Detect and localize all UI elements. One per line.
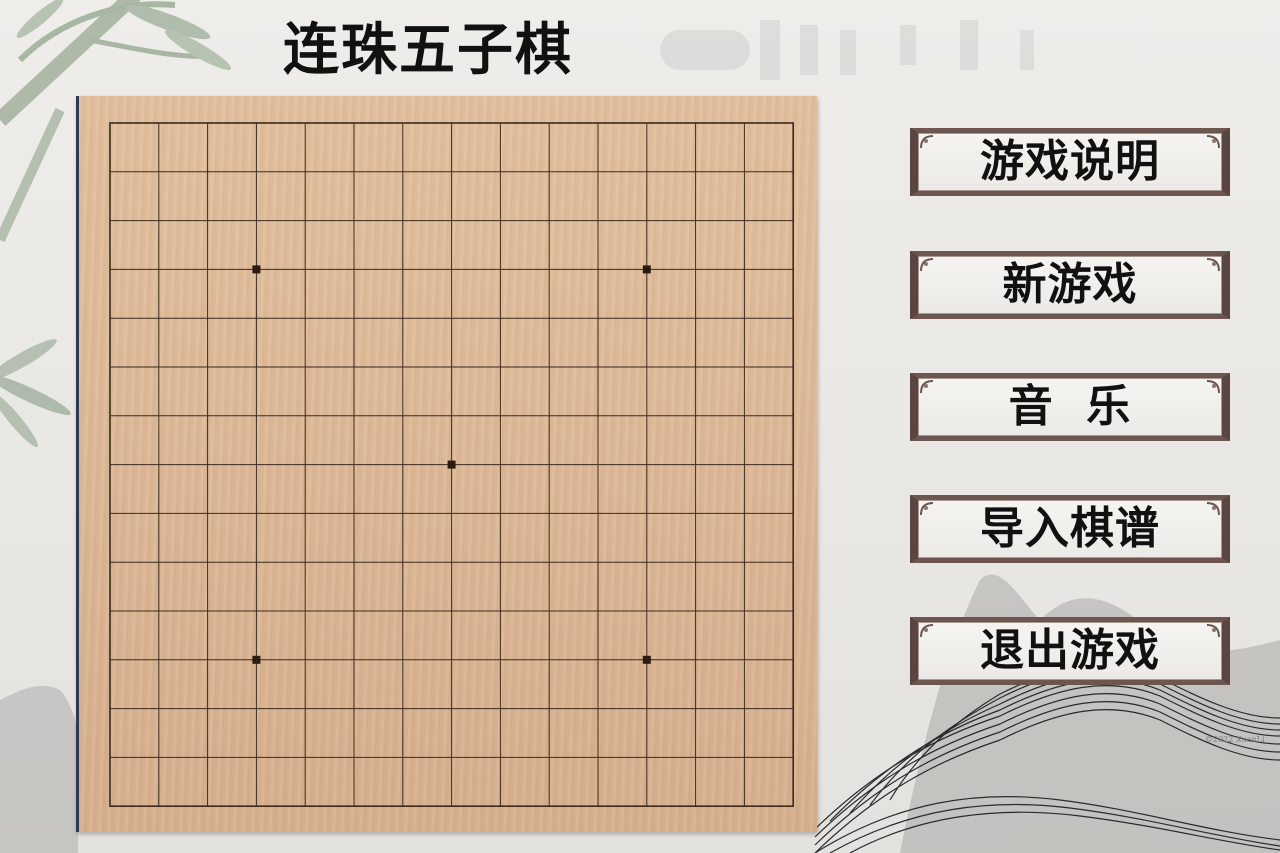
game-title: 连珠五子棋 [283, 17, 573, 83]
star-point [642, 265, 651, 274]
corner-ornament-icon [920, 624, 934, 638]
exit-game-button[interactable]: 退出游戏 [910, 617, 1230, 685]
star-point [642, 655, 651, 664]
new-game-label: 新游戏 [1002, 259, 1138, 310]
corner-ornament-icon [1206, 624, 1220, 638]
corner-ornament-icon [920, 258, 934, 272]
star-point [447, 460, 456, 469]
corner-ornament-icon [920, 380, 934, 394]
music-label: 音 乐 [1008, 381, 1132, 432]
exit-game-label: 退出游戏 [980, 625, 1160, 676]
gomoku-board[interactable] [76, 96, 817, 832]
copyright-text: ©2022 XuanLi [1205, 735, 1265, 744]
new-game-button[interactable]: 新游戏 [910, 251, 1230, 319]
corner-ornament-icon [1206, 380, 1220, 394]
star-point [252, 655, 261, 664]
import-record-button[interactable]: 导入棋谱 [910, 495, 1230, 563]
corner-ornament-icon [1206, 135, 1220, 149]
game-rules-button[interactable]: 游戏说明 [910, 128, 1230, 196]
corner-ornament-icon [1206, 502, 1220, 516]
corner-ornament-icon [1206, 258, 1220, 272]
wave-decoration [814, 662, 1280, 853]
corner-ornament-icon [920, 135, 934, 149]
music-button[interactable]: 音 乐 [910, 373, 1230, 441]
import-record-label: 导入棋谱 [980, 503, 1160, 554]
game-rules-label: 游戏说明 [980, 136, 1160, 187]
board-grid[interactable] [79, 96, 817, 832]
corner-ornament-icon [920, 502, 934, 516]
star-point [252, 265, 261, 274]
